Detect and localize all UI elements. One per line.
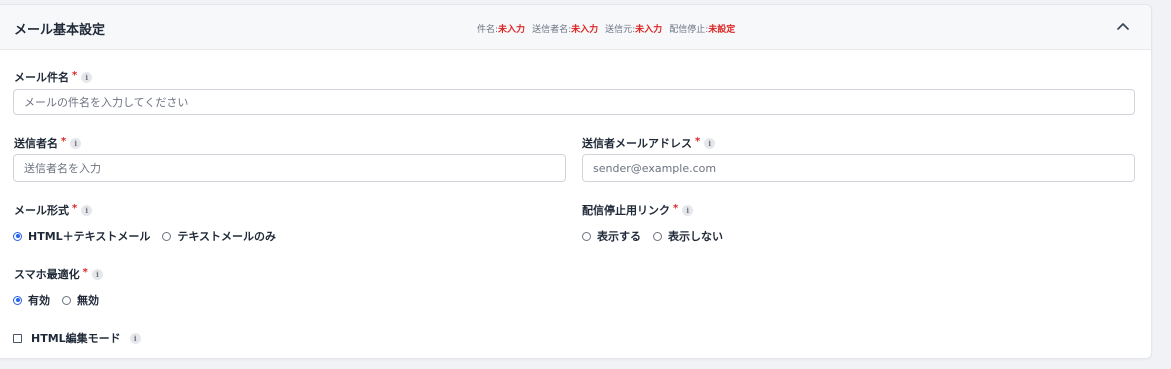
radio-option-disabled[interactable]: 無効 bbox=[62, 292, 99, 308]
html-edit-mode-checkbox[interactable] bbox=[13, 333, 22, 343]
mail-format-label: メール形式 * i bbox=[14, 202, 93, 218]
mail-format-radio-group: HTML＋テキストメール テキストメールのみ bbox=[13, 228, 288, 244]
summary-label-unsubscribe: 配信停止: bbox=[669, 25, 709, 35]
required-mark: * bbox=[673, 202, 679, 214]
unsubscribe-link-label: 配信停止用リンク * i bbox=[582, 202, 694, 218]
required-mark: * bbox=[72, 69, 78, 81]
html-edit-mode-label: HTML編集モード bbox=[31, 332, 121, 345]
subject-input[interactable] bbox=[13, 89, 1135, 115]
radio-option-enabled[interactable]: 有効 bbox=[13, 292, 50, 308]
summary-label-sender-name: 送信者名: bbox=[532, 25, 572, 35]
info-icon[interactable]: i bbox=[81, 204, 93, 216]
html-edit-mode-checkbox-row[interactable]: HTML編集モード i bbox=[13, 330, 141, 346]
section-title: メール基本設定 bbox=[14, 23, 106, 38]
radio-button[interactable] bbox=[62, 295, 71, 305]
required-mark: * bbox=[82, 266, 88, 278]
info-icon[interactable]: i bbox=[129, 332, 141, 344]
info-icon[interactable]: i bbox=[70, 137, 82, 149]
sender-email-input[interactable] bbox=[582, 154, 1135, 182]
radio-option-text-only[interactable]: テキストメールのみ bbox=[162, 228, 276, 244]
info-icon[interactable]: i bbox=[704, 137, 716, 149]
radio-button[interactable] bbox=[13, 231, 22, 241]
info-icon[interactable]: i bbox=[81, 71, 93, 83]
summary-value-unsubscribe: 未設定 bbox=[708, 25, 736, 35]
collapse-button[interactable] bbox=[1114, 17, 1132, 35]
card-header[interactable]: メール基本設定 件名: 未入力 送信者名: 未入力 送信元: 未入力 配信停止:… bbox=[0, 5, 1151, 50]
radio-option-show[interactable]: 表示する bbox=[582, 228, 641, 244]
sender-name-label: 送信者名 * i bbox=[14, 135, 82, 151]
summary-label-subject: 件名: bbox=[477, 25, 499, 35]
required-mark: * bbox=[72, 202, 78, 214]
radio-option-hide[interactable]: 表示しない bbox=[653, 228, 723, 244]
mobile-optimize-label: スマホ最適化 * i bbox=[14, 266, 103, 282]
radio-button[interactable] bbox=[653, 231, 662, 241]
mobile-optimize-radio-group: 有効 無効 bbox=[13, 292, 111, 308]
info-icon[interactable]: i bbox=[91, 268, 103, 280]
status-summary: 件名: 未入力 送信者名: 未入力 送信元: 未入力 配信停止: 未設定 bbox=[477, 22, 742, 35]
radio-button[interactable] bbox=[13, 295, 22, 305]
radio-option-html-text[interactable]: HTML＋テキストメール bbox=[13, 228, 150, 244]
summary-value-subject: 未入力 bbox=[498, 25, 526, 35]
radio-button[interactable] bbox=[582, 231, 591, 241]
required-mark: * bbox=[61, 135, 67, 147]
mail-basic-settings-card: メール基本設定 件名: 未入力 送信者名: 未入力 送信元: 未入力 配信停止:… bbox=[0, 4, 1152, 359]
sender-email-label: 送信者メールアドレス * i bbox=[582, 135, 716, 151]
radio-button[interactable] bbox=[162, 231, 172, 241]
required-mark: * bbox=[695, 135, 701, 147]
unsubscribe-link-radio-group: 表示する 表示しない bbox=[582, 228, 735, 244]
chevron-up-icon bbox=[1117, 23, 1129, 30]
info-icon[interactable]: i bbox=[682, 204, 694, 216]
summary-value-sender-name: 未入力 bbox=[571, 25, 599, 35]
sender-name-input[interactable] bbox=[13, 154, 566, 182]
summary-label-sender-address: 送信元: bbox=[605, 25, 636, 35]
summary-value-sender-address: 未入力 bbox=[635, 25, 663, 35]
subject-label: メール件名 * i bbox=[14, 69, 93, 85]
